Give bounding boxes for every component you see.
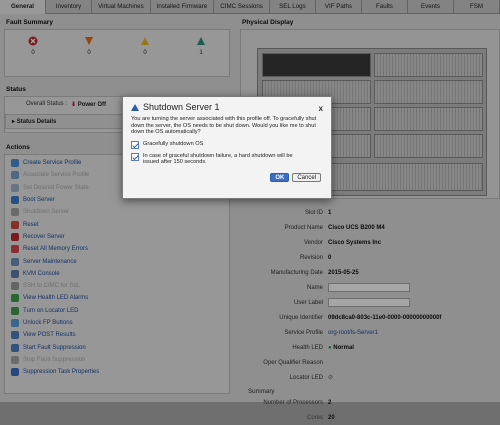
hard-shutdown-option[interactable]: In case of graceful shutdown failure, a … — [123, 151, 331, 168]
graceful-shutdown-label: Gracefully shutdown OS — [143, 140, 204, 147]
prop-label: Cores — [306, 414, 323, 421]
graceful-shutdown-checkbox[interactable] — [131, 140, 139, 149]
close-icon[interactable]: x — [319, 104, 323, 113]
prop-value: 20 — [328, 414, 335, 421]
hard-shutdown-checkbox[interactable] — [131, 152, 139, 161]
modal-overlay — [0, 0, 500, 402]
dialog-title: Shutdown Server 1 — [143, 102, 220, 112]
prop-row: Cores 20 — [240, 410, 500, 425]
dialog-buttons: OK Cancel — [270, 173, 321, 182]
dialog-warning-icon — [131, 103, 139, 111]
ok-button[interactable]: OK — [270, 173, 290, 182]
graceful-shutdown-option[interactable]: Gracefully shutdown OS — [123, 139, 331, 151]
dialog-header: Shutdown Server 1 — [123, 97, 331, 115]
hard-shutdown-label: In case of graceful shutdown failure, a … — [143, 152, 293, 166]
cancel-button[interactable]: Cancel — [292, 173, 321, 182]
shutdown-dialog: Shutdown Server 1 x You are turning the … — [122, 96, 332, 199]
dialog-message: You are turning the server associated wi… — [131, 116, 317, 136]
